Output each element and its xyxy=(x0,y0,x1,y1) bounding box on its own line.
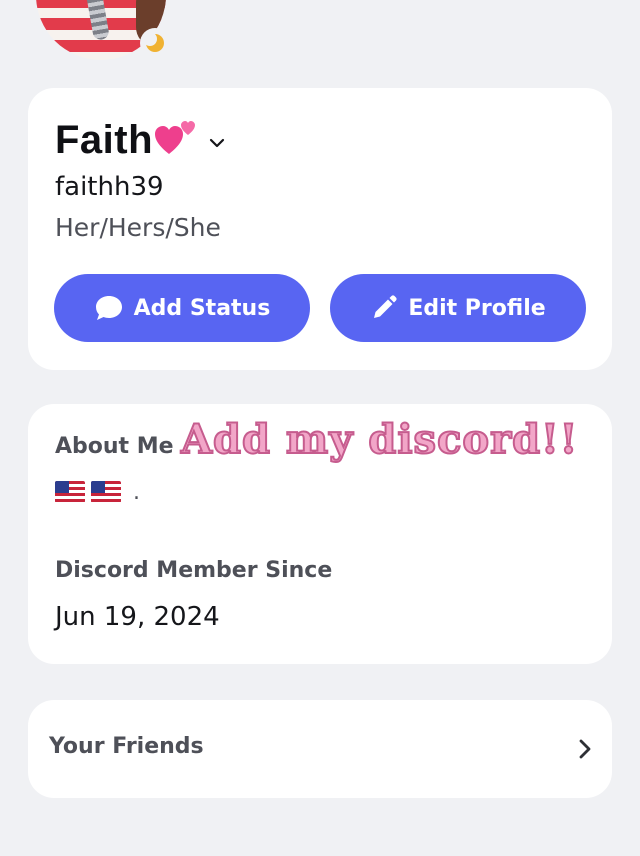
add-status-button[interactable]: Add Status xyxy=(54,274,310,342)
pencil-icon xyxy=(374,295,397,318)
avatar-container[interactable] xyxy=(36,0,170,60)
member-since-label: Discord Member Since xyxy=(55,558,333,583)
overlay-text: Add my discord!! xyxy=(180,415,579,464)
edit-profile-label: Edit Profile xyxy=(408,295,546,321)
display-name-row[interactable]: Faith xyxy=(55,118,225,163)
member-since-date: Jun 19, 2024 xyxy=(55,602,220,632)
about-card: About Me Add my discord!! . Discord Memb… xyxy=(28,404,612,664)
add-status-label: Add Status xyxy=(133,295,271,321)
us-flag-icon xyxy=(91,480,121,503)
your-friends-row[interactable]: Your Friends xyxy=(28,700,612,798)
edit-profile-button[interactable]: Edit Profile xyxy=(330,274,586,342)
idle-moon-icon xyxy=(144,32,164,52)
chevron-right-icon[interactable] xyxy=(578,738,592,760)
chevron-down-icon[interactable] xyxy=(209,137,225,149)
profile-card: Faith faithh39 Her/Hers/She Add Status E… xyxy=(28,88,612,370)
us-flag-icon xyxy=(55,480,85,503)
about-me-label: About Me xyxy=(55,434,174,459)
bio-content: . xyxy=(55,478,140,505)
two-hearts-icon xyxy=(155,120,196,154)
avatar-chain-detail xyxy=(82,0,110,41)
your-friends-label: Your Friends xyxy=(49,734,204,759)
status-indicator xyxy=(140,28,170,58)
username: faithh39 xyxy=(55,172,164,202)
speech-bubble-icon xyxy=(95,296,122,320)
bio-suffix: . xyxy=(133,480,140,505)
display-name: Faith xyxy=(55,118,154,162)
pronouns: Her/Hers/She xyxy=(55,213,221,242)
